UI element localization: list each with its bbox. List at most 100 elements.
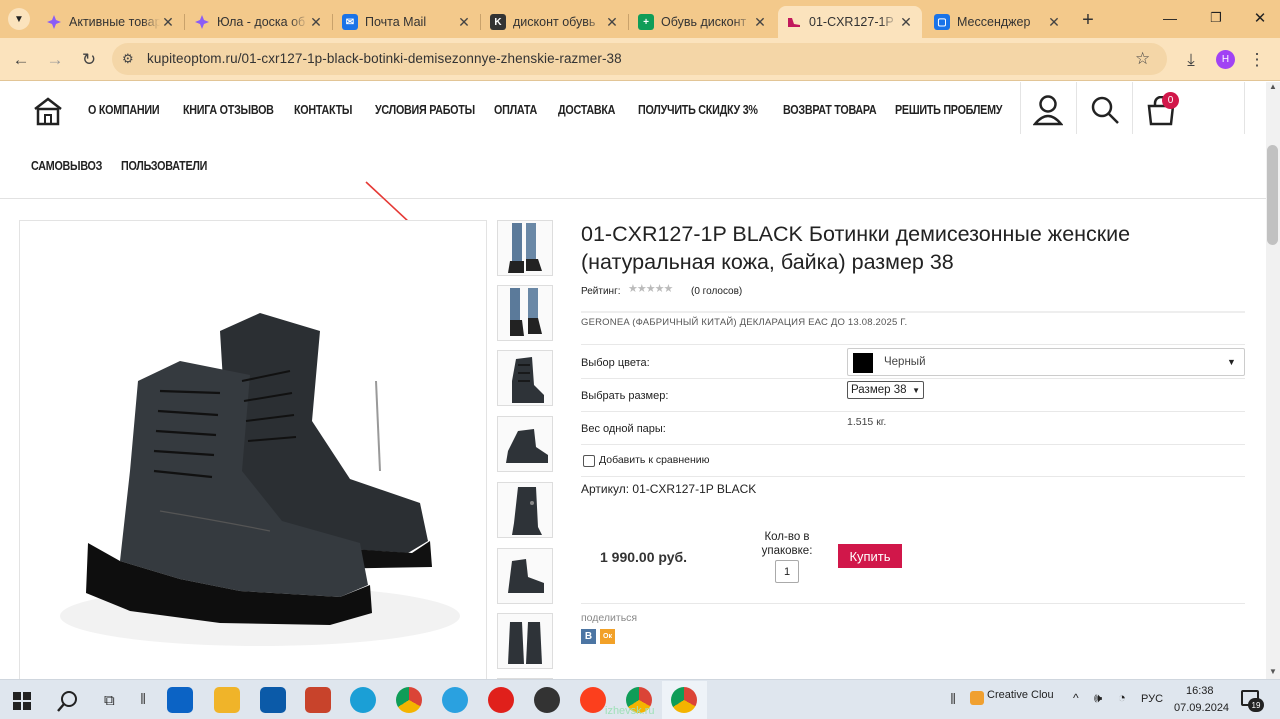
chrome-icon[interactable] xyxy=(396,687,422,713)
nav-payment[interactable]: ОПЛАТА xyxy=(494,103,537,117)
windows-start-icon[interactable] xyxy=(13,692,31,710)
mail-app-icon[interactable] xyxy=(167,687,193,713)
store-icon[interactable] xyxy=(260,687,286,713)
url-text[interactable]: kupiteoptom.ru/01-cxr127-1p-black-botink… xyxy=(147,51,622,66)
edge-icon[interactable] xyxy=(350,687,376,713)
plus-icon: + xyxy=(1082,8,1094,31)
thumbnail-7[interactable] xyxy=(497,613,553,669)
clock-time[interactable]: 16:38 xyxy=(1186,685,1214,697)
clock-date[interactable]: 07.09.2024 xyxy=(1174,702,1229,714)
browser-tab[interactable]: ▢ Мессенджер ✕ xyxy=(926,6,1070,38)
nav-discount[interactable]: ПОЛУЧИТЬ СКИДКУ 3% xyxy=(638,103,758,117)
tab-title: Юла - доска об xyxy=(217,15,306,29)
thumbnail-2[interactable] xyxy=(497,285,553,341)
file-explorer-icon[interactable] xyxy=(214,687,240,713)
forward-button[interactable]: → xyxy=(42,47,68,73)
browser-tab[interactable]: ✉ Почта Mail ✕ xyxy=(334,6,480,38)
main-product-image[interactable] xyxy=(19,220,487,679)
site-settings-icon[interactable]: ⚙ xyxy=(122,51,134,67)
profile-avatar[interactable]: Н xyxy=(1216,50,1235,69)
scroll-up-icon[interactable]: ▲ xyxy=(1269,82,1277,91)
scrollbar-thumb[interactable] xyxy=(1267,145,1278,245)
user-icon[interactable] xyxy=(1032,94,1064,126)
close-icon[interactable]: ✕ xyxy=(160,14,176,31)
browser-tab[interactable]: K дисконт обувь ✕ xyxy=(482,6,628,38)
size-label: Выбрать размер: xyxy=(581,390,669,402)
close-icon[interactable]: ✕ xyxy=(456,14,472,31)
browser-tab[interactable]: Активные товар ✕ xyxy=(38,6,184,38)
browser-toolbar: ← → ↻ ⚙ kupiteoptom.ru/01-cxr127-1p-blac… xyxy=(0,38,1280,81)
nav-about[interactable]: О КОМПАНИИ xyxy=(88,103,160,117)
search-icon[interactable] xyxy=(56,689,80,713)
thumbnail-3[interactable] xyxy=(497,350,553,406)
product-title: 01-CXR127-1P BLACK Ботинки демисезонные … xyxy=(581,222,1131,274)
menu-button[interactable]: ⋮ xyxy=(1244,47,1270,73)
creative-cloud-label[interactable]: Creative Clou xyxy=(987,689,1054,701)
thumbnail-4[interactable] xyxy=(497,416,553,472)
vk-share-icon[interactable]: В xyxy=(581,629,596,644)
back-button[interactable]: ← xyxy=(8,47,34,73)
browser-tab[interactable]: + Обувь дисконт ✕ xyxy=(630,6,776,38)
qty-input[interactable]: 1 xyxy=(775,560,799,583)
watermark-text: izhevsk.ru xyxy=(605,705,655,717)
volume-icon[interactable]: 🕪 xyxy=(1094,690,1102,706)
messenger-icon: ▢ xyxy=(934,14,950,30)
new-tab-button[interactable]: + xyxy=(1076,8,1100,32)
close-icon[interactable]: ✕ xyxy=(1046,14,1062,31)
chevron-up-icon[interactable]: ^ xyxy=(1073,691,1079,705)
nav-users[interactable]: ПОЛЬЗОВАТЕЛИ xyxy=(121,159,207,173)
reload-button[interactable]: ↻ xyxy=(76,47,102,73)
close-icon[interactable]: ✕ xyxy=(898,14,914,31)
language-indicator[interactable]: РУС xyxy=(1141,693,1163,705)
browser-tab[interactable]: Юла - доска об ✕ xyxy=(186,6,332,38)
wifi-icon[interactable]: ◔ xyxy=(1118,690,1126,705)
creative-cloud-icon[interactable] xyxy=(970,691,984,705)
task-view-icon[interactable]: ⧉ xyxy=(104,692,115,709)
nav-contacts[interactable]: КОНТАКТЫ xyxy=(294,103,352,117)
size-value: Размер 38 xyxy=(851,384,907,396)
yandex-browser-icon[interactable] xyxy=(580,687,606,713)
close-icon[interactable]: ✕ xyxy=(604,14,620,31)
close-window-button[interactable]: ✕ xyxy=(1250,9,1270,27)
tab-title: Мессенджер xyxy=(957,15,1031,29)
browser-tab-active[interactable]: 01-CXR127-1P B ✕ xyxy=(778,6,922,38)
rating-votes: (0 голосов) xyxy=(691,286,743,297)
rating-label: Рейтинг: xyxy=(581,286,621,297)
shoe-icon xyxy=(786,14,802,30)
app-icon[interactable] xyxy=(305,687,331,713)
close-icon[interactable]: ✕ xyxy=(752,14,768,31)
compare-label[interactable]: Добавить к сравнению xyxy=(599,454,710,466)
thumbnail-5[interactable] xyxy=(497,482,553,538)
chrome-icon[interactable] xyxy=(671,687,697,713)
size-select[interactable]: Размер 38 ▼ xyxy=(847,381,924,399)
thumbnail-1[interactable] xyxy=(497,220,553,276)
address-bar[interactable]: ⚙ kupiteoptom.ru/01-cxr127-1p-black-boti… xyxy=(112,43,1167,75)
app-icon[interactable] xyxy=(442,687,468,713)
nav-delivery[interactable]: ДОСТАВКА xyxy=(558,103,615,117)
downloads-button[interactable]: ⤓ xyxy=(1178,47,1204,73)
nav-reviews[interactable]: КНИГА ОТЗЫВОВ xyxy=(183,103,274,117)
site-icon: K xyxy=(490,14,506,30)
weight-value: 1.515 кг. xyxy=(847,416,887,428)
nav-pickup[interactable]: САМОВЫВОЗ xyxy=(31,159,102,173)
minimize-button[interactable]: — xyxy=(1160,10,1180,28)
thumbnail-6[interactable] xyxy=(497,548,553,604)
color-select[interactable]: Черный ▼ xyxy=(847,348,1245,376)
nav-terms[interactable]: УСЛОВИЯ РАБОТЫ xyxy=(375,103,475,117)
nav-returns[interactable]: ВОЗВРАТ ТОВАРА xyxy=(783,103,877,117)
nav-solve-problem[interactable]: РЕШИТЬ ПРОБЛЕМУ xyxy=(895,103,1002,117)
opera-icon[interactable] xyxy=(488,687,514,713)
restore-button[interactable]: ❐ xyxy=(1206,10,1226,28)
home-icon[interactable] xyxy=(32,96,64,126)
compare-checkbox[interactable] xyxy=(583,455,595,467)
bookmark-star-icon[interactable]: ☆ xyxy=(1135,49,1150,69)
ai-sparkle-icon xyxy=(194,14,210,30)
tab-search-button[interactable]: ▼ xyxy=(8,8,30,30)
buy-button[interactable]: Купить xyxy=(838,544,902,568)
rating-stars[interactable]: ★★★★★ xyxy=(628,282,673,295)
search-icon[interactable] xyxy=(1090,95,1120,125)
ok-share-icon[interactable]: Ок xyxy=(600,629,615,644)
close-icon[interactable]: ✕ xyxy=(308,14,324,31)
scroll-down-icon[interactable]: ▼ xyxy=(1269,667,1277,676)
app-icon[interactable] xyxy=(534,687,560,713)
